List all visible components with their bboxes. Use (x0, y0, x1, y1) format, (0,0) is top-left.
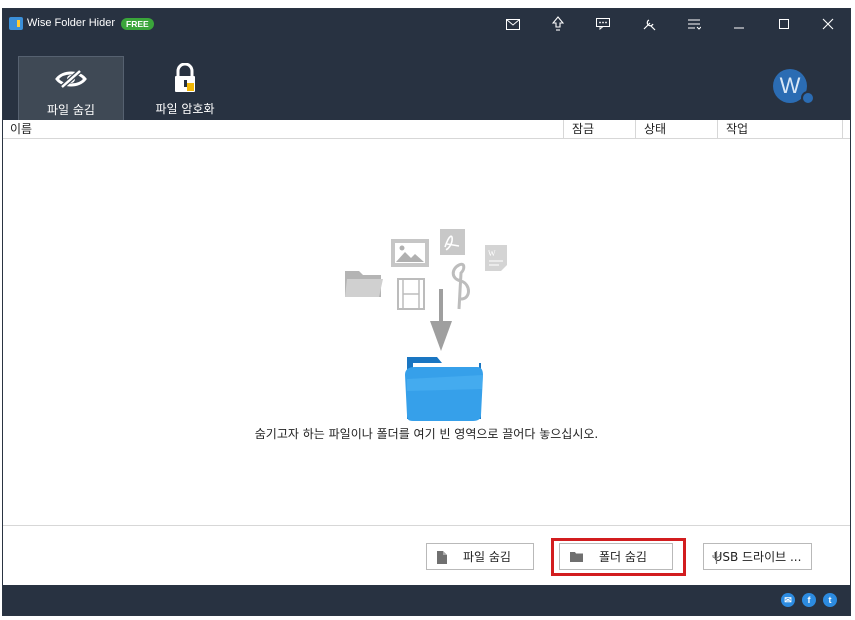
usb-drive-button-label: USB 드라이브 ... (713, 550, 802, 564)
feedback-icon[interactable] (593, 14, 613, 34)
column-action[interactable]: 작업 (717, 120, 842, 139)
free-badge: FREE (121, 18, 154, 30)
drag-drop-illustration-icon: W (345, 229, 507, 421)
column-name[interactable]: 이름 (3, 120, 563, 139)
minimize-icon[interactable] (729, 14, 749, 34)
hide-file-button-label: 파일 숨김 (463, 550, 511, 564)
column-spacer (842, 120, 851, 139)
close-icon[interactable] (818, 14, 838, 34)
tools-icon[interactable] (639, 14, 659, 34)
tab-encrypt-file[interactable]: 파일 암호화 (132, 56, 238, 120)
tab-encrypt-file-label: 파일 암호화 (155, 102, 215, 116)
bottom-action-bar: 파일 숨김 폴더 숨김 USB 드라이브 ... (3, 525, 850, 585)
tab-hide-file[interactable]: 파일 숨김 (18, 56, 124, 120)
usb-drive-button[interactable]: USB 드라이브 ... (703, 543, 812, 570)
facebook-icon[interactable]: f (802, 593, 816, 607)
file-drop-area[interactable]: W 숨기고자 하는 파일이나 폴더를 여기 빈 영역으로 끌어다 놓으십시오. (3, 139, 850, 525)
upgrade-icon[interactable] (548, 14, 568, 34)
file-list-header: 이름 잠금 상태 작업 (3, 120, 850, 139)
highlight-annotation (551, 538, 686, 576)
app-window: Wise Folder Hider FREE 파일 숨김 파일 암호화 W 이름… (2, 8, 851, 616)
mail-icon[interactable]: ✉ (781, 593, 795, 607)
twitter-icon[interactable]: t (823, 593, 837, 607)
drop-hint-text: 숨기고자 하는 파일이나 폴더를 여기 빈 영역으로 끌어다 놓으십시오. (254, 427, 599, 441)
column-lock[interactable]: 잠금 (563, 120, 635, 139)
avatar-status-dot (801, 91, 815, 105)
hide-file-button[interactable]: 파일 숨김 (426, 543, 534, 570)
menu-icon[interactable] (684, 14, 704, 34)
mail-icon[interactable] (503, 14, 523, 34)
hidden-eye-icon (53, 65, 89, 93)
title-bar: Wise Folder Hider FREE (3, 9, 850, 39)
maximize-icon[interactable] (774, 14, 794, 34)
usb-icon (712, 551, 721, 567)
padlock-icon (167, 63, 203, 92)
main-toolbar: 파일 숨김 파일 암호화 W (3, 39, 850, 120)
file-icon (437, 551, 447, 567)
app-title: Wise Folder Hider (27, 17, 116, 29)
tab-hide-file-label: 파일 숨김 (47, 103, 95, 117)
svg-text:W: W (488, 249, 496, 258)
app-logo-icon (9, 17, 23, 30)
column-status[interactable]: 상태 (635, 120, 717, 139)
status-bar: ✉ f t (3, 585, 850, 615)
